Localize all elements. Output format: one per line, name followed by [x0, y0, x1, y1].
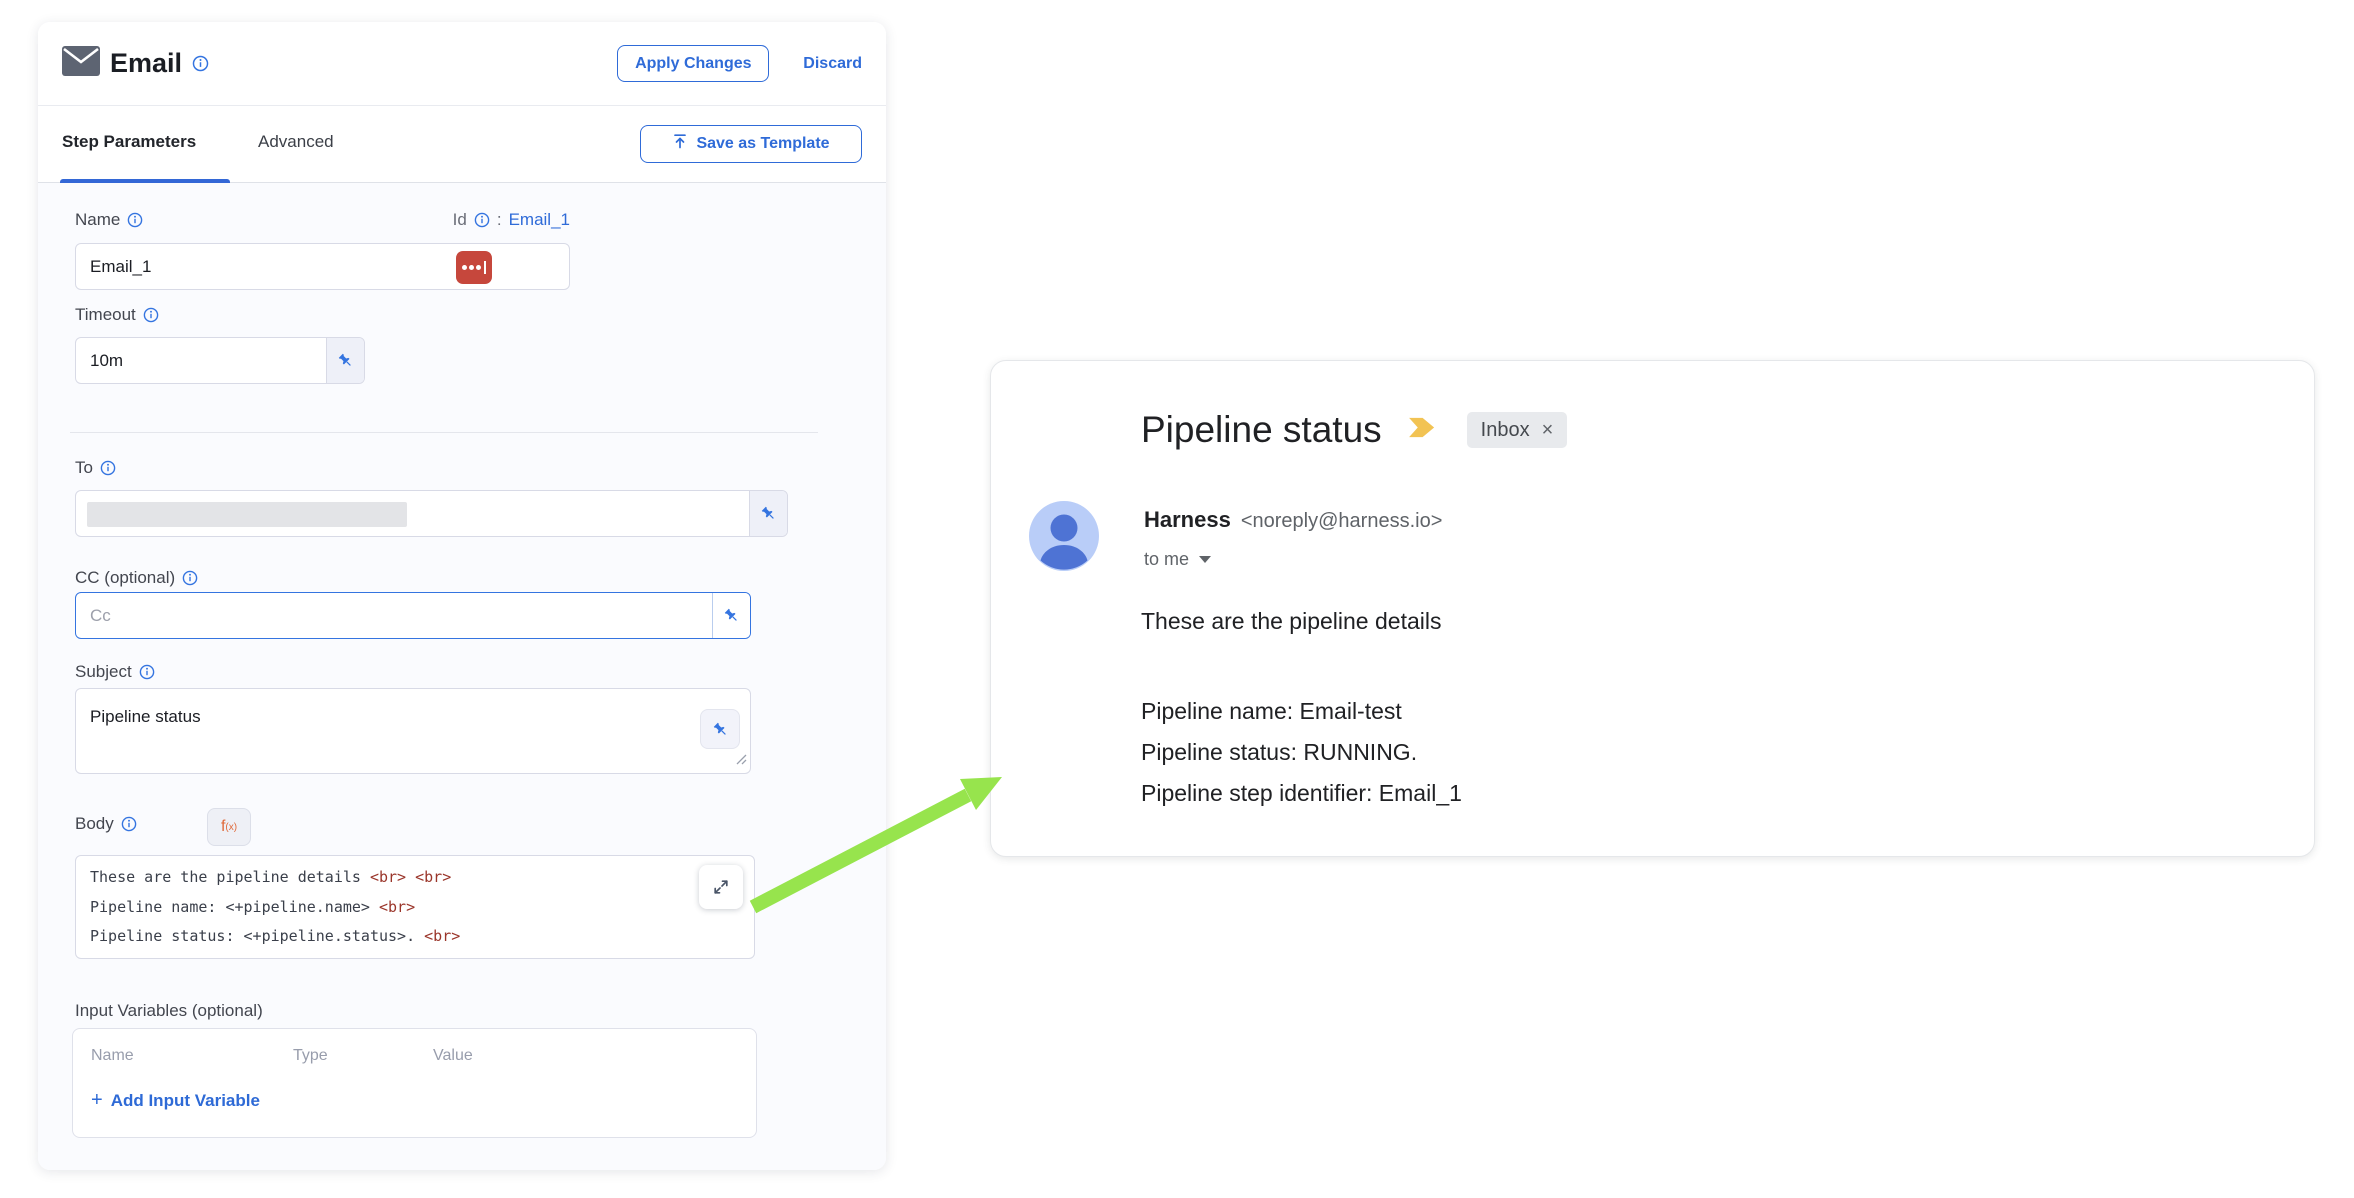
- resize-handle-icon[interactable]: [736, 752, 747, 770]
- screen: Email Apply Changes Discard Step Paramet…: [0, 0, 2354, 1198]
- body-code-line: These are the pipeline details <br> <br>: [90, 863, 740, 893]
- password-manager-extension-icon[interactable]: [456, 251, 492, 284]
- section-divider: [70, 432, 818, 433]
- body-label-row: Body f(x): [75, 814, 137, 834]
- email-info-icon[interactable]: [192, 55, 209, 72]
- email-body-line: Pipeline step identifier: Email_1: [1141, 773, 1462, 814]
- body-info-icon[interactable]: [121, 816, 137, 832]
- timeout-label-row: Timeout: [75, 305, 159, 325]
- timeout-pin-button[interactable]: [326, 338, 364, 383]
- inbox-chip-text: Inbox: [1481, 419, 1530, 442]
- email-body-line: Pipeline name: Email-test: [1141, 691, 1462, 732]
- column-header-name: Name: [91, 1047, 134, 1065]
- id-colon: :: [497, 210, 502, 230]
- chevron-down-icon: [1199, 556, 1211, 563]
- save-as-template-button[interactable]: Save as Template: [640, 125, 862, 163]
- sender-avatar: [1029, 501, 1099, 571]
- to-label: To: [75, 458, 93, 478]
- body-code-line: Pipeline status: <+pipeline.status>. <br…: [90, 922, 740, 952]
- input-variables-table: Name Type Value + Add Input Variable: [72, 1028, 757, 1138]
- sender-row: Harness <noreply@harness.io>: [1144, 507, 1442, 533]
- inbox-label-chip[interactable]: Inbox ×: [1467, 412, 1568, 448]
- step-title-row: Email: [62, 46, 209, 81]
- cc-input[interactable]: Cc: [75, 592, 751, 639]
- email-body-line: Pipeline status: RUNNING.: [1141, 732, 1462, 773]
- upload-icon: [672, 133, 688, 155]
- plus-icon: +: [91, 1089, 103, 1112]
- step-panel-header: Email Apply Changes Discard: [38, 22, 886, 106]
- id-info-icon[interactable]: [474, 212, 490, 228]
- redacted-recipient-value: [87, 502, 407, 527]
- column-header-type: Type: [293, 1047, 328, 1065]
- email-body-line: [1141, 642, 1462, 691]
- body-code-line: Pipeline step identifier: <+step.identif…: [90, 952, 740, 960]
- column-header-value: Value: [433, 1047, 473, 1065]
- cc-placeholder: Cc: [90, 606, 111, 626]
- subject-info-icon[interactable]: [139, 664, 155, 680]
- timeout-label: Timeout: [75, 305, 136, 325]
- header-actions: Apply Changes Discard: [617, 45, 862, 82]
- cc-pin-button[interactable]: [712, 593, 750, 638]
- step-id-row: Id : Email_1: [453, 210, 570, 230]
- to-pin-button[interactable]: [749, 491, 787, 536]
- email-step-config-panel: Email Apply Changes Discard Step Paramet…: [38, 22, 886, 1170]
- name-input-value: Email_1: [90, 257, 151, 277]
- apply-changes-button[interactable]: Apply Changes: [617, 45, 769, 82]
- subject-label: Subject: [75, 662, 132, 682]
- subject-input-value: Pipeline status: [90, 707, 201, 727]
- subject-pin-button[interactable]: [700, 709, 740, 749]
- name-input[interactable]: Email_1: [75, 243, 570, 290]
- timeout-input[interactable]: 10m: [75, 337, 365, 384]
- tab-step-parameters[interactable]: Step Parameters: [62, 132, 196, 152]
- body-code-lines: These are the pipeline details <br> <br>…: [90, 863, 740, 959]
- id-label: Id: [453, 210, 467, 230]
- mail-subject: Pipeline status: [1141, 409, 1382, 451]
- add-input-variable-button[interactable]: + Add Input Variable: [91, 1089, 260, 1112]
- expression-fx-button[interactable]: f(x): [207, 808, 251, 846]
- recipient-dropdown[interactable]: to me: [1144, 549, 1211, 570]
- cc-label: CC (optional): [75, 568, 175, 588]
- email-body: These are the pipeline details Pipeline n…: [1141, 601, 1462, 814]
- id-value[interactable]: Email_1: [509, 210, 570, 230]
- cc-info-icon[interactable]: [182, 570, 198, 586]
- name-info-icon[interactable]: [127, 212, 143, 228]
- step-parameters-form: Name Id : Email_1 Email_1: [38, 183, 886, 1170]
- to-info-icon[interactable]: [100, 460, 116, 476]
- subject-input[interactable]: Pipeline status: [75, 688, 751, 774]
- cc-label-row: CC (optional): [75, 568, 198, 588]
- step-panel-title: Email: [110, 48, 182, 79]
- tab-advanced[interactable]: Advanced: [258, 132, 334, 152]
- email-envelope-icon: [62, 46, 100, 81]
- expand-body-button[interactable]: [699, 865, 743, 909]
- body-label: Body: [75, 814, 114, 834]
- email-body-line: These are the pipeline details: [1141, 601, 1462, 642]
- to-input[interactable]: [75, 490, 788, 537]
- sender-email: <noreply@harness.io>: [1241, 510, 1443, 533]
- input-variables-label: Input Variables (optional): [75, 1001, 263, 1021]
- sender-name: Harness: [1144, 507, 1231, 533]
- recipient-text: to me: [1144, 549, 1189, 570]
- timeout-info-icon[interactable]: [143, 307, 159, 323]
- name-label: Name: [75, 210, 120, 230]
- to-label-row: To: [75, 458, 116, 478]
- email-preview-card: Pipeline status Inbox × Harness <noreply…: [990, 360, 2315, 857]
- name-label-row: Name: [75, 210, 143, 230]
- mail-subject-row: Pipeline status Inbox ×: [1141, 409, 1567, 451]
- body-input[interactable]: These are the pipeline details <br> <br>…: [75, 855, 755, 959]
- step-tabbar: Step Parameters Advanced Save as Templat…: [38, 106, 886, 183]
- body-code-line: Pipeline name: <+pipeline.name> <br>: [90, 893, 740, 923]
- important-marker-icon[interactable]: [1408, 415, 1441, 445]
- subject-label-row: Subject: [75, 662, 155, 682]
- inbox-chip-close-icon[interactable]: ×: [1542, 419, 1554, 442]
- discard-button[interactable]: Discard: [803, 55, 862, 73]
- timeout-input-value: 10m: [90, 351, 123, 371]
